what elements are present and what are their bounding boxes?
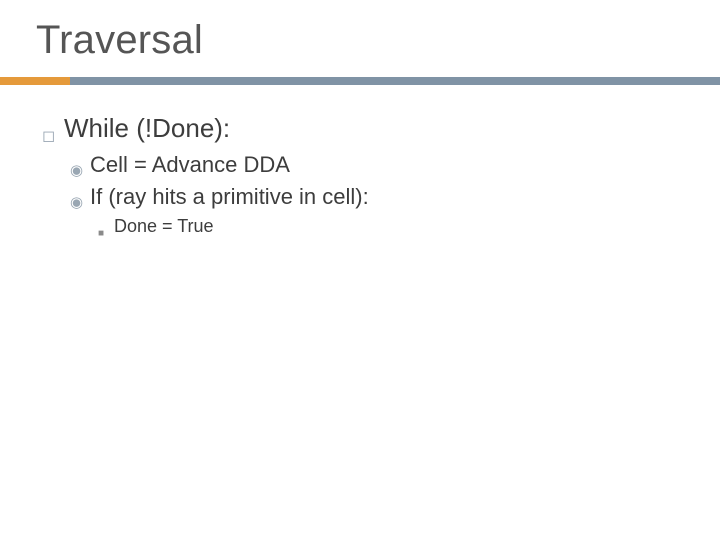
bullet-text: Done = True xyxy=(114,216,214,237)
bullet-level2: ◉ If (ray hits a primitive in cell): xyxy=(70,184,684,210)
slide-title: Traversal xyxy=(36,18,684,63)
bullet-level1: ◻ While (!Done): xyxy=(42,113,684,144)
circle-bullet-icon: ◉ xyxy=(70,195,90,210)
bullet-text: Cell = Advance DDA xyxy=(90,152,290,178)
underline-main xyxy=(70,77,720,85)
bullet-level2: ◉ Cell = Advance DDA xyxy=(70,152,684,178)
bullet-level3: ■ Done = True xyxy=(98,216,684,237)
square-bullet-icon: ◻ xyxy=(42,129,64,145)
square-bullet-icon: ■ xyxy=(98,229,114,239)
slide: Traversal ◻ While (!Done): ◉ Cell = Adva… xyxy=(0,0,720,540)
title-underline xyxy=(36,77,684,85)
circle-bullet-icon: ◉ xyxy=(70,163,90,178)
underline-accent xyxy=(0,77,70,85)
bullet-text: While (!Done): xyxy=(64,113,230,144)
bullet-text: If (ray hits a primitive in cell): xyxy=(90,184,369,210)
slide-body: ◻ While (!Done): ◉ Cell = Advance DDA ◉ … xyxy=(36,113,684,237)
